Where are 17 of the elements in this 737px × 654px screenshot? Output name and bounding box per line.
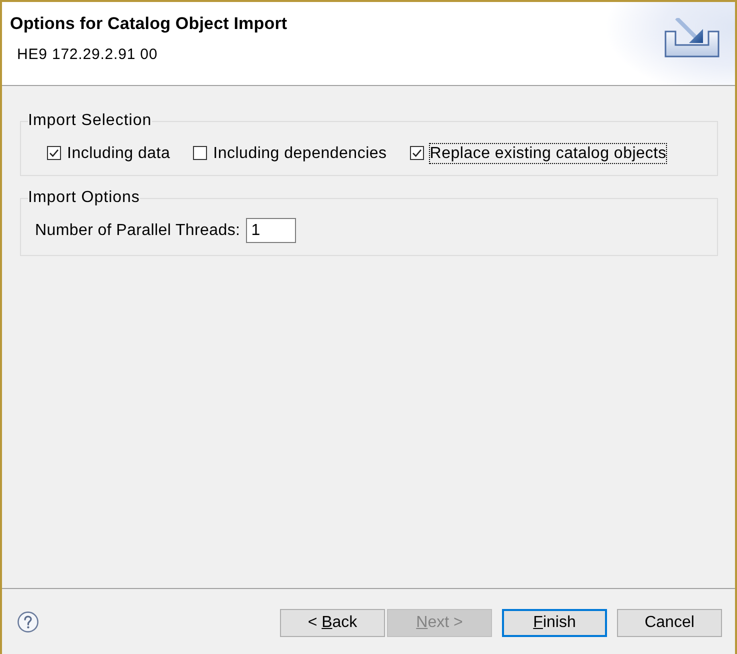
group-legend: Import Options [28, 189, 140, 207]
field-label: Number of Parallel Threads: [35, 221, 240, 240]
checkbox-label[interactable]: Including data [67, 144, 170, 162]
wizard-button[interactable]: < Back [280, 609, 385, 637]
checkbox[interactable] [410, 146, 424, 160]
checkbox[interactable] [47, 146, 61, 160]
help-icon[interactable] [17, 611, 39, 633]
threads-input[interactable]: 1 [246, 218, 296, 243]
tray-arrow-icon [664, 18, 720, 58]
checkbox-label[interactable]: Including dependencies [213, 144, 387, 162]
checkbox-label[interactable]: Replace existing catalog objects [430, 144, 666, 162]
group-legend: Import Selection [28, 112, 152, 130]
checkbox[interactable] [193, 146, 208, 160]
dialog-subtitle: HE9 172.29.2.91 00 [17, 47, 159, 63]
wizard-button[interactable]: Finish [502, 609, 607, 637]
wizard-button[interactable]: Cancel [617, 609, 722, 637]
dialog-title: Options for Catalog Object Import [10, 14, 288, 34]
